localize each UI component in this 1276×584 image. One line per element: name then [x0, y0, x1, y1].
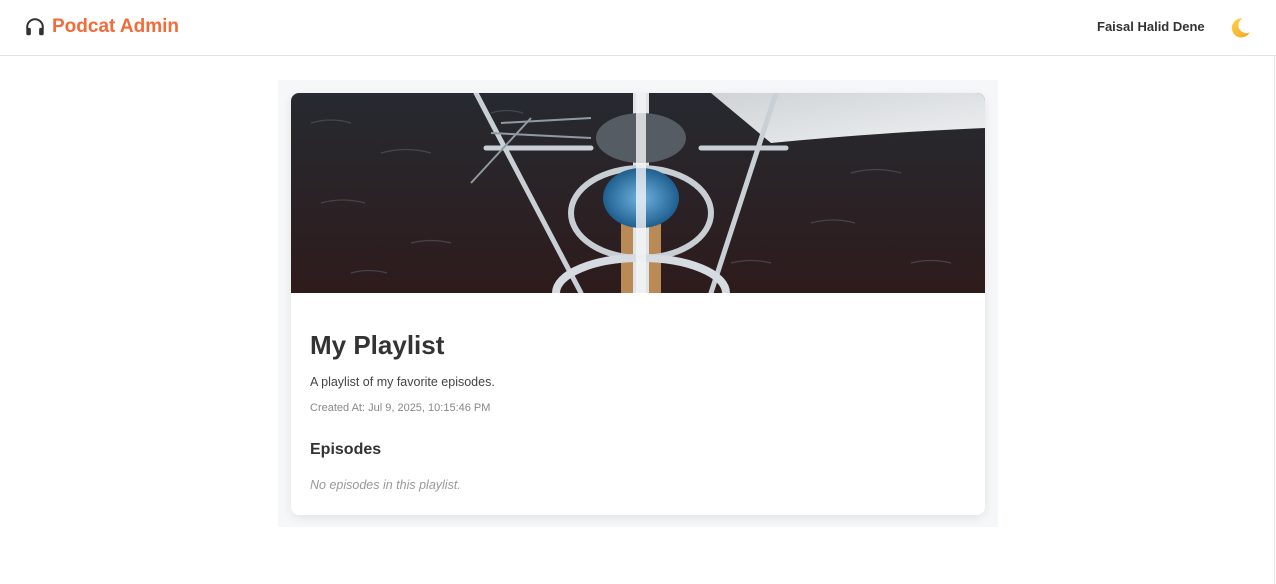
- playlist-card: My Playlist A playlist of my favorite ep…: [291, 93, 985, 515]
- top-navbar: Podcat Admin Faisal Halid Dene: [0, 0, 1276, 56]
- playlist-description: A playlist of my favorite episodes.: [310, 375, 495, 389]
- playlist-title: My Playlist: [310, 330, 445, 360]
- episodes-empty-message: No episodes in this playlist.: [310, 478, 461, 492]
- main-content: My Playlist A playlist of my favorite ep…: [278, 80, 998, 527]
- moon-icon: [1231, 18, 1250, 38]
- episodes-heading: Episodes: [310, 441, 382, 458]
- created-at-value: Jul 9, 2025, 10:15:46 PM: [368, 402, 491, 414]
- scrollbar-edge: [1274, 56, 1275, 584]
- headphones-icon: [26, 18, 44, 36]
- brand-name: Podcat Admin: [52, 16, 180, 37]
- created-at-label: Created At:: [310, 402, 366, 414]
- brand-link[interactable]: Podcat Admin: [24, 14, 179, 40]
- user-name[interactable]: Faisal Halid Dene: [1097, 19, 1205, 34]
- sailboat-bow-cover-image: [291, 93, 985, 293]
- playlist-created-at: Created At: Jul 9, 2025, 10:15:46 PM: [310, 402, 490, 414]
- theme-toggle-button[interactable]: [1226, 14, 1254, 42]
